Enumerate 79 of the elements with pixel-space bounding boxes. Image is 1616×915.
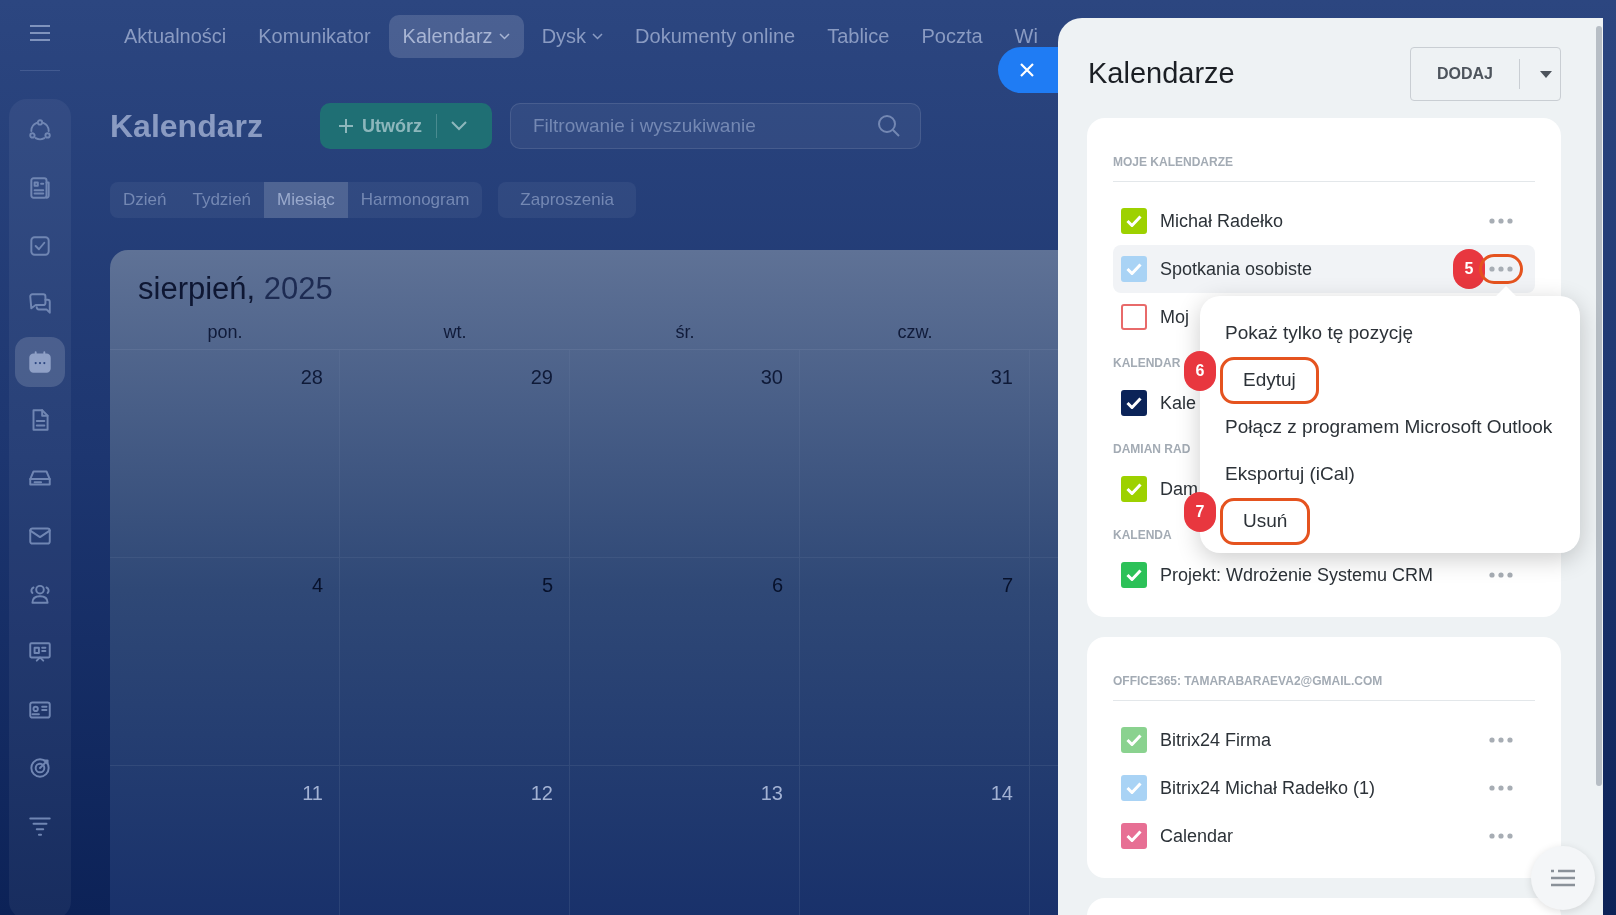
calendar-row[interactable]: Spotkania osobiste 5 [1113,245,1535,293]
scrollbar[interactable] [1596,26,1602,786]
list-icon [1550,869,1576,887]
nav-item[interactable]: Aktualności [110,24,241,48]
plus-icon [338,118,354,134]
menu-item[interactable]: Usuń [1220,498,1311,545]
close-icon [1019,62,1035,78]
weekday-label: wt. [443,321,467,344]
check-icon [1126,215,1142,227]
nav-item[interactable]: Kalendarz [388,14,524,58]
calendar-name: Spotkania osobiste [1160,257,1313,281]
section-heading: DAMIAN RAD [1113,441,1191,458]
invitations-tab[interactable]: Zaproszenia [498,182,636,218]
nav-item[interactable]: Wi [1000,24,1052,48]
checkbox[interactable] [1121,562,1147,588]
search-icon[interactable] [877,114,901,138]
view-tab[interactable]: Harmonogram [347,182,483,218]
caret-icon[interactable] [1540,70,1552,78]
check-icon [1126,569,1142,581]
calendar-icon[interactable] [15,337,65,387]
more-icon [1489,266,1513,272]
more-icon [1489,833,1513,839]
more-icon [1489,737,1513,743]
calendar-name: Moj [1160,305,1189,329]
date-number: 28 [300,365,323,388]
check-icon [1126,734,1142,746]
nav-item[interactable]: Poczta [907,24,997,48]
more-icon [1489,785,1513,791]
weekday-label: pon. [207,321,243,344]
chevron-down-icon[interactable] [451,121,467,131]
step-badge: 6 [1184,351,1216,391]
calendar-name: Bitrix24 Firma [1160,728,1271,752]
nav-item[interactable]: Dysk [527,24,618,48]
date-number: 4 [311,573,323,596]
menu-item[interactable]: Edytuj [1220,357,1319,404]
calendar-name: Calendar [1160,824,1234,848]
view-tab[interactable]: Tydzień [179,182,265,218]
check-icon [1126,782,1142,794]
date-number: 11 [302,781,323,804]
section-heading: OFFICE365: TAMARABARAEVA2@GMAIL.COM [1113,673,1383,690]
menu-item[interactable]: Połącz z programem Microsoft Outlook [1200,404,1578,451]
weekday-label: czw. [897,321,933,344]
nav-item[interactable]: Komunikator [244,24,385,48]
more-button[interactable] [1479,254,1523,284]
date-number: 6 [771,573,783,596]
weekday-label: śr. [675,321,695,344]
nav-item[interactable]: Tablice [813,24,904,48]
page-title: Kalendarz [110,107,264,146]
date-number: 7 [1001,573,1013,596]
date-number: 29 [530,365,553,388]
calendar-name: Kale [1160,391,1197,415]
step-badge: 5 [1453,249,1485,289]
section-heading: MOJE KALENDARZE [1113,154,1233,171]
more-icon [1489,218,1513,224]
nav-item[interactable]: Dokumenty online [621,24,810,48]
month-label: sierpień, 2025 [138,269,333,308]
date-number: 30 [760,365,783,388]
view-tab[interactable]: Miesiąc [264,182,348,218]
section-heading: KALENDAR [1113,355,1181,372]
calendar-name: Projekt: Wdrożenie Systemu CRM [1160,563,1434,587]
view-tab[interactable]: Dzień [110,182,180,218]
check-icon [1126,397,1142,409]
section-heading: KALENDA [1113,527,1172,544]
calendar-name: Bitrix24 Michał Radełko (1) [1160,776,1376,800]
more-icon [1489,572,1513,578]
calendar-name: Michał Radełko [1160,209,1284,233]
date-number: 12 [530,781,553,804]
checkbox[interactable] [1121,823,1147,849]
date-number: 13 [760,781,783,804]
date-number: 14 [990,781,1013,804]
date-number: 31 [990,365,1013,388]
checkbox[interactable] [1121,304,1147,330]
panel-title: Kalendarze [1088,56,1235,92]
date-number: 5 [541,573,553,596]
check-icon [1126,483,1142,495]
check-icon [1126,263,1142,275]
check-icon [1126,830,1142,842]
create-button[interactable]: Utwórz [320,103,492,149]
checkbox[interactable] [1121,390,1147,416]
